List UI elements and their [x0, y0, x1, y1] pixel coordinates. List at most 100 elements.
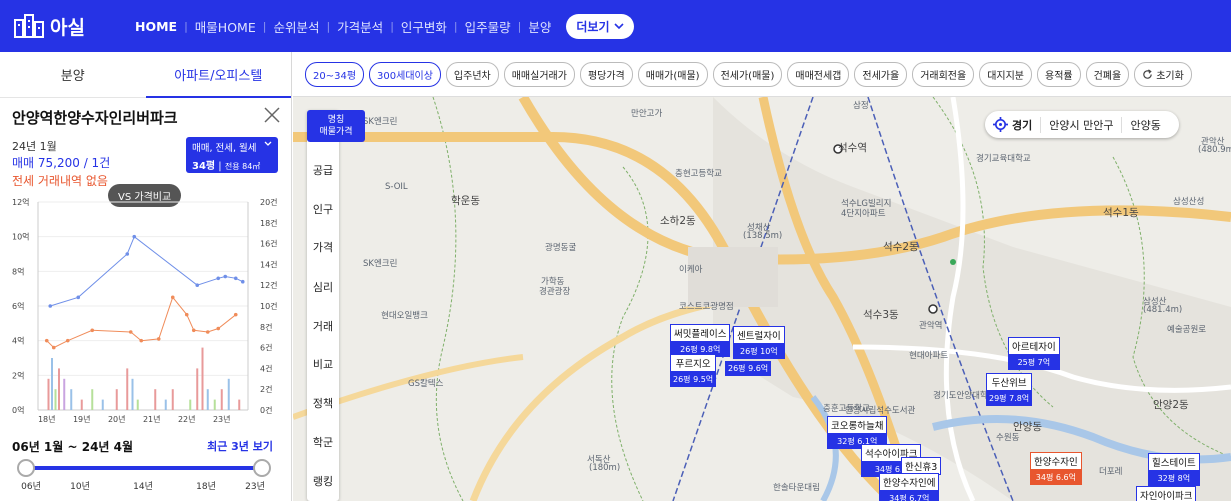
nav-supply[interactable]: 입주물량 — [458, 17, 518, 36]
top-navigation-bar: 아실 HOME | 매물HOME | 순위분석 | 가격분석 | 인구변화 | … — [0, 0, 1231, 52]
volume-bar — [220, 389, 223, 410]
nav-home[interactable]: HOME — [128, 19, 184, 34]
latest-trade-price: 매매 75,200 / 1건 — [12, 156, 111, 170]
x-tick-label: 22년 — [178, 414, 196, 424]
more-button[interactable]: 더보기 — [566, 13, 634, 39]
price-point — [240, 279, 245, 284]
map-label: 현대아파트 — [909, 351, 949, 361]
map-canvas[interactable]: SK엔크린 만안고가 삼정 석수역 석수LG빌리지 4단지아파트 석수1동 관악… — [293, 97, 1231, 501]
complex-marker[interactable]: 26평 9.6억 — [725, 361, 772, 376]
reset-button[interactable]: 초기화 — [1134, 61, 1192, 87]
period-slider-start-handle[interactable] — [17, 459, 35, 477]
complex-marker[interactable]: 푸르지오 26평 9.5억 — [670, 354, 717, 387]
period-slider-end-handle[interactable] — [253, 459, 271, 477]
map-label: 만안고가 — [631, 109, 663, 119]
x-tick-label: 21년 — [143, 414, 161, 424]
layer-population[interactable]: 인구 — [307, 201, 339, 217]
nav-population[interactable]: 인구변화 — [394, 17, 454, 36]
map-label: 관악역 — [919, 321, 943, 331]
trade-type-selector[interactable]: 매매, 전세, 월세 34평 | 전용 84㎡ — [186, 137, 278, 173]
filter-sale-jeonse-gap[interactable]: 매매전세갭 — [787, 61, 850, 87]
price-point — [156, 337, 161, 341]
slider-tick: 06년 — [21, 482, 41, 492]
filter-years[interactable]: 입주년차 — [445, 61, 499, 87]
recent-3-years-button[interactable]: 최근 3년 보기 — [207, 438, 273, 454]
filter-floor-area-ratio[interactable]: 용적률 — [1037, 61, 1081, 87]
marker-name: 써밋플레이스 — [670, 324, 731, 342]
logo[interactable]: 아실 — [14, 13, 106, 40]
y-left-tick-label: 2억 — [12, 370, 24, 380]
y-left-tick-label: 8억 — [12, 266, 24, 276]
filter-size[interactable]: 20~34평 — [305, 61, 365, 87]
dong-selector[interactable]: 안양동 — [1121, 116, 1168, 133]
filter-turnover[interactable]: 거래회전율 — [912, 61, 975, 87]
filter-households[interactable]: 300세대이상 — [369, 61, 441, 87]
marker-price: 32평 8억 — [1148, 471, 1200, 486]
marker-name: 아르테자이 — [1008, 337, 1060, 355]
layer-supply[interactable]: 공급 — [307, 162, 339, 178]
layer-compare[interactable]: 비교 — [307, 356, 339, 372]
tab-presale[interactable]: 분양 — [0, 52, 146, 97]
layer-school[interactable]: 학군 — [307, 434, 339, 450]
price-point — [65, 338, 70, 343]
y-left-tick-label: 4억 — [12, 336, 24, 346]
layer-ranking[interactable]: 랭킹 — [307, 473, 339, 489]
current-location-button[interactable]: 경기 — [993, 117, 1040, 133]
y-right-tick-label: 6건 — [260, 343, 272, 353]
complex-marker[interactable]: 힐스테이트 32평 8억 — [1148, 453, 1200, 486]
marker-price: 26평 9.6억 — [725, 361, 772, 376]
tab-apartment-officetel[interactable]: 아파트/오피스텔 — [145, 52, 292, 98]
layer-sentiment[interactable]: 심리 — [307, 279, 339, 295]
layer-price-label: 매물가격 — [319, 127, 353, 137]
price-point — [44, 338, 49, 343]
filter-sale-listing[interactable]: 매매가(매물) — [637, 61, 708, 87]
y-right-tick-label: 16건 — [260, 239, 278, 249]
y-right-tick-label: 8건 — [260, 322, 272, 332]
panel-tabs: 분양 아파트/오피스텔 — [0, 52, 291, 98]
map-label: 더포레 — [1099, 467, 1123, 477]
y-left-tick-label: 10억 — [12, 232, 30, 242]
selected-complex-marker[interactable]: 한양수자인 34평 6.6억 — [1030, 452, 1082, 485]
layer-trade[interactable]: 거래 — [307, 318, 339, 334]
complex-marker[interactable]: 한양수자인에 34평 6.7억 — [879, 473, 940, 501]
layer-name-label: 명칭 — [327, 115, 345, 125]
volume-bar — [201, 347, 204, 410]
map-label: 학운동 — [451, 195, 480, 207]
price-point — [139, 338, 144, 343]
map-layer-menu: 명칭 매물가격 공급 인구 가격 심리 거래 비교 정책 학군 랭킹 — [307, 110, 365, 501]
price-point — [170, 295, 175, 300]
map-label: GS칼텍스 — [408, 379, 444, 389]
filter-trade-price[interactable]: 매매실거래가 — [503, 61, 575, 87]
nav-ranking[interactable]: 순위분석 — [266, 17, 326, 36]
filter-building-coverage[interactable]: 건폐율 — [1085, 61, 1130, 87]
price-point — [128, 330, 133, 334]
nav-price-analysis[interactable]: 가격분석 — [330, 17, 390, 36]
complex-marker[interactable]: 센트럴자이 26평 10억 — [733, 326, 785, 359]
map-label: 소하2동 — [660, 215, 696, 227]
city-selector[interactable]: 안양시 만안구 — [1040, 116, 1121, 133]
complex-marker[interactable]: 써밋플레이스 26평 9.8억 — [670, 324, 731, 357]
filter-land-share[interactable]: 대지지분 — [979, 61, 1032, 87]
layer-price[interactable]: 가격 — [307, 239, 339, 255]
layer-policy[interactable]: 정책 — [307, 395, 339, 411]
filter-jeonse-listing[interactable]: 전세가(매물) — [712, 61, 783, 87]
filter-jeonse-ratio[interactable]: 전세가율 — [854, 61, 908, 87]
marker-price: 25평 7억 — [1008, 355, 1060, 370]
y-right-tick-label: 20건 — [260, 197, 278, 207]
layer-name-price-toggle[interactable]: 명칭 매물가격 — [307, 110, 365, 142]
map-label: 석수역 — [838, 142, 867, 154]
unit-area: 전용 84㎡ — [224, 162, 261, 171]
filter-price-per-pyeong[interactable]: 평당가격 — [579, 61, 633, 87]
nav-listing-home[interactable]: 매물HOME — [188, 17, 263, 36]
x-tick-label: 18년 — [38, 414, 56, 424]
close-icon[interactable] — [263, 106, 281, 124]
complex-marker[interactable]: 자인아이파크 — [1136, 486, 1197, 501]
volume-bar — [131, 378, 134, 410]
nav-presale[interactable]: 분양 — [521, 17, 558, 36]
complex-marker[interactable]: 아르테자이 25평 7억 — [1008, 337, 1060, 370]
complex-marker[interactable]: 두산위브 29평 7.8억 — [986, 373, 1033, 406]
period-slider-track[interactable] — [26, 466, 262, 470]
price-point — [51, 345, 56, 350]
y-right-tick-label: 2건 — [260, 384, 272, 394]
map-roads — [293, 97, 1231, 501]
